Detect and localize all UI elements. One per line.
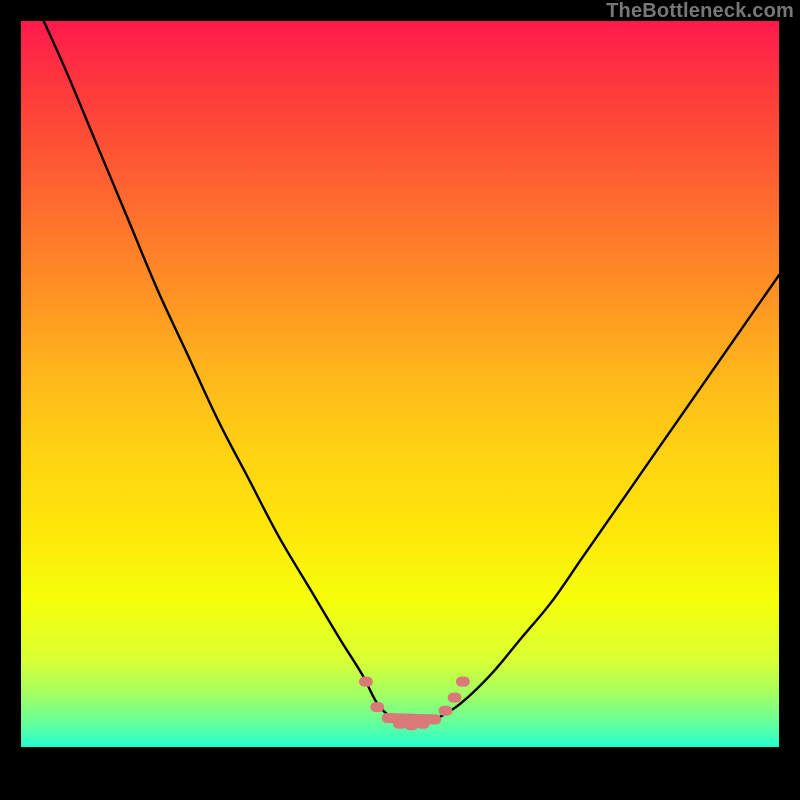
chart-frame — [21, 21, 779, 779]
trough-marker — [456, 677, 470, 687]
trough-marker — [359, 677, 373, 687]
bottleneck-curve — [44, 21, 779, 726]
trough-marker — [427, 714, 441, 724]
trough-marker — [448, 693, 462, 703]
trough-marker-group — [359, 677, 470, 731]
chart-svg — [21, 21, 779, 779]
trough-marker — [438, 706, 452, 716]
trough-marker — [370, 702, 384, 712]
watermark-text: TheBottleneck.com — [606, 0, 794, 23]
trough-marker — [382, 713, 396, 723]
